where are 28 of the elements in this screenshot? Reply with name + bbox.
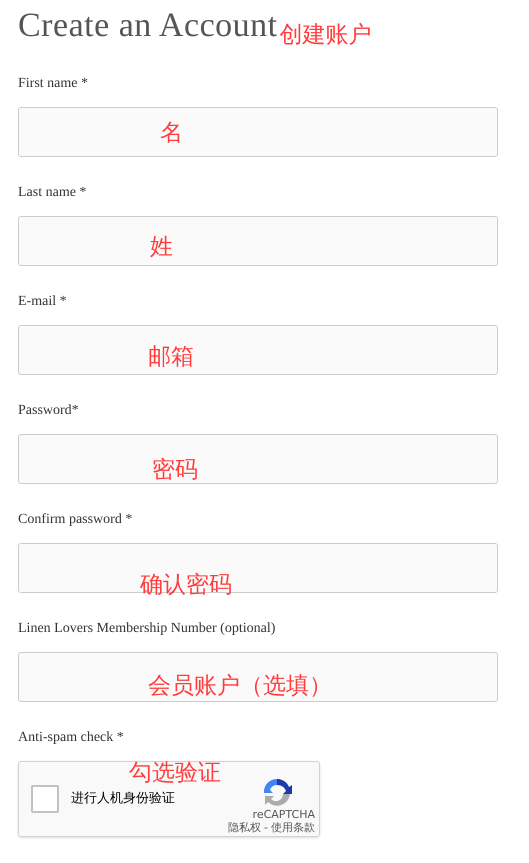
annotation-text: 密码 bbox=[152, 456, 198, 484]
recaptcha-logo-icon bbox=[261, 776, 293, 808]
input-field[interactable] bbox=[18, 652, 498, 702]
annotation-text: 确认密码 bbox=[140, 571, 232, 599]
input-field[interactable] bbox=[18, 216, 498, 266]
field-label: Confirm password * bbox=[18, 512, 132, 528]
input-field[interactable] bbox=[18, 107, 498, 157]
annotation-text: 勾选验证 bbox=[129, 759, 221, 788]
annotation-text: 姓 bbox=[150, 233, 173, 261]
annotation-text: 会员账户（选填） bbox=[148, 672, 332, 700]
privacy-link[interactable]: 隐私权 bbox=[228, 821, 262, 835]
annotation-text: 创建账户 bbox=[280, 21, 372, 50]
separator-text: - bbox=[264, 821, 268, 835]
field-label: E-mail * bbox=[18, 294, 67, 310]
captcha-prompt: 进行人机身份验证 bbox=[71, 790, 175, 808]
field-label: Anti-spam check * bbox=[18, 730, 124, 746]
recaptcha-brand: reCAPTCHA bbox=[252, 808, 315, 821]
terms-link[interactable]: 使用条款 bbox=[271, 821, 315, 835]
page-title: Create an Account bbox=[18, 6, 278, 46]
input-field[interactable] bbox=[18, 325, 498, 375]
field-label: Linen Lovers Membership Number (optional) bbox=[18, 621, 276, 637]
field-label: Last name * bbox=[18, 185, 86, 201]
field-label: First name * bbox=[18, 76, 88, 92]
input-field[interactable] bbox=[18, 434, 498, 484]
annotation-text: 名 bbox=[160, 119, 183, 147]
captcha-checkbox[interactable] bbox=[31, 785, 59, 813]
annotation-text: 邮箱 bbox=[148, 343, 194, 371]
field-label: Password* bbox=[18, 403, 79, 419]
